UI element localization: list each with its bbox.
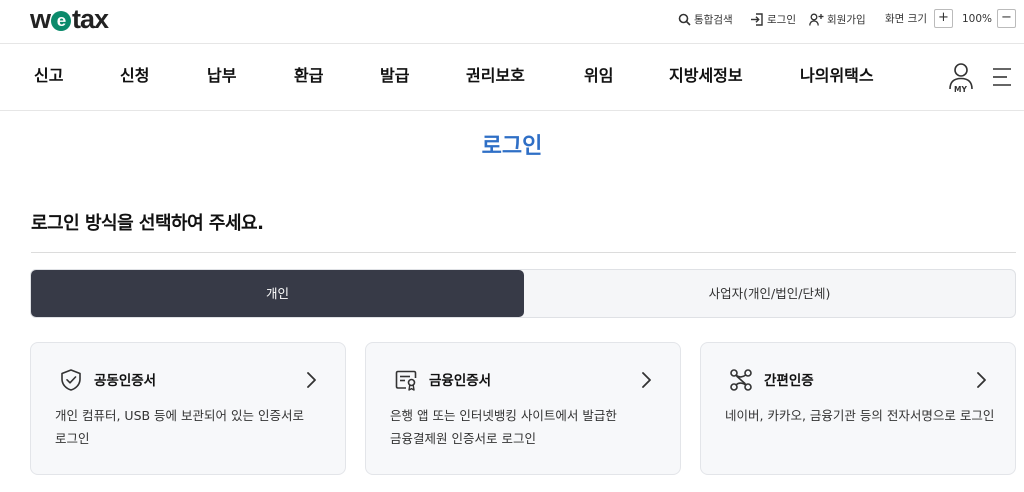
logo-suffix: tax — [72, 4, 109, 34]
nav-item-refund[interactable]: 환급 — [294, 65, 323, 87]
simple-auth-card[interactable]: 간편인증 네이버, 카카오, 금융기관 등의 전자서명으로 로그인 — [700, 342, 1016, 475]
login-link[interactable]: 로그인 — [750, 10, 796, 28]
search-icon — [678, 13, 691, 26]
login-label: 로그인 — [767, 13, 796, 26]
network-icon — [730, 369, 752, 391]
nav-item-report[interactable]: 신고 — [34, 65, 63, 87]
zoom-in-button[interactable]: + — [934, 9, 953, 28]
card-description: 개인 컴퓨터, USB 등에 보관되어 있는 인증서로 로그인 — [55, 408, 304, 446]
nav-item-local-tax-info[interactable]: 지방세정보 — [669, 65, 743, 87]
my-label: MY — [954, 85, 967, 94]
nav-item-delegation[interactable]: 위임 — [584, 65, 613, 87]
nav-item-issue[interactable]: 발급 — [380, 65, 409, 87]
search-label: 통합검색 — [694, 13, 733, 26]
logo-prefix: w — [30, 4, 51, 34]
join-label: 회원가입 — [827, 13, 866, 26]
chevron-right-icon — [307, 372, 316, 388]
tab-business[interactable]: 사업자(개인/법인/단체) — [524, 270, 1015, 317]
card-description: 네이버, 카카오, 금융기관 등의 전자서명으로 로그인 — [725, 408, 995, 423]
section-divider — [31, 252, 1016, 253]
hamburger-menu-button[interactable] — [991, 66, 1015, 88]
main-navigation: 신고 신청 납부 환급 발급 권리보호 위임 지방세정보 나의위택스 MY — [0, 45, 1024, 111]
section-title: 로그인 방식을 선택하여 주세요. — [31, 213, 264, 234]
nav-item-apply[interactable]: 신청 — [120, 65, 149, 87]
joint-certificate-card[interactable]: 공동인증서 개인 컴퓨터, USB 등에 보관되어 있는 인증서로 로그인 — [30, 342, 346, 475]
financial-certificate-card[interactable]: 금융인증서 은행 앱 또는 인터넷뱅킹 사이트에서 발급한 금융결제원 인증서로… — [365, 342, 681, 475]
zoom-value: 100% — [962, 13, 993, 25]
wetax-logo[interactable]: w e tax — [30, 4, 109, 35]
login-icon — [750, 12, 764, 26]
certificate-icon — [395, 370, 417, 391]
my-page-button[interactable]: MY — [947, 62, 975, 96]
card-title: 금융인증서 — [429, 373, 492, 389]
integrated-search-link[interactable]: 통합검색 — [678, 10, 733, 28]
tab-personal[interactable]: 개인 — [31, 270, 524, 317]
card-title: 공동인증서 — [94, 373, 157, 389]
nav-item-my-wetax[interactable]: 나의위택스 — [800, 65, 874, 87]
card-title: 간편인증 — [764, 373, 814, 389]
login-type-tabs: 개인 사업자(개인/법인/단체) — [30, 269, 1016, 318]
nav-item-rights[interactable]: 권리보호 — [466, 65, 525, 87]
card-description: 은행 앱 또는 인터넷뱅킹 사이트에서 발급한 금융결제원 인증서로 로그인 — [390, 408, 617, 446]
page-title: 로그인 — [481, 134, 543, 159]
shield-icon — [61, 369, 81, 391]
join-link[interactable]: 회원가입 — [809, 10, 866, 28]
chevron-right-icon — [642, 372, 651, 388]
font-size-label: 화면 크기 — [885, 13, 927, 25]
nav-item-pay[interactable]: 납부 — [207, 65, 236, 87]
add-user-icon — [809, 13, 824, 26]
top-utility-bar: w e tax 통합검색 로그인 회원가입 화면 크기 + 100% − — [0, 0, 1024, 44]
logo-e-mark: e — [51, 11, 72, 31]
zoom-out-button[interactable]: − — [997, 9, 1016, 28]
hamburger-icon — [993, 68, 1011, 86]
chevron-right-icon — [977, 372, 986, 388]
